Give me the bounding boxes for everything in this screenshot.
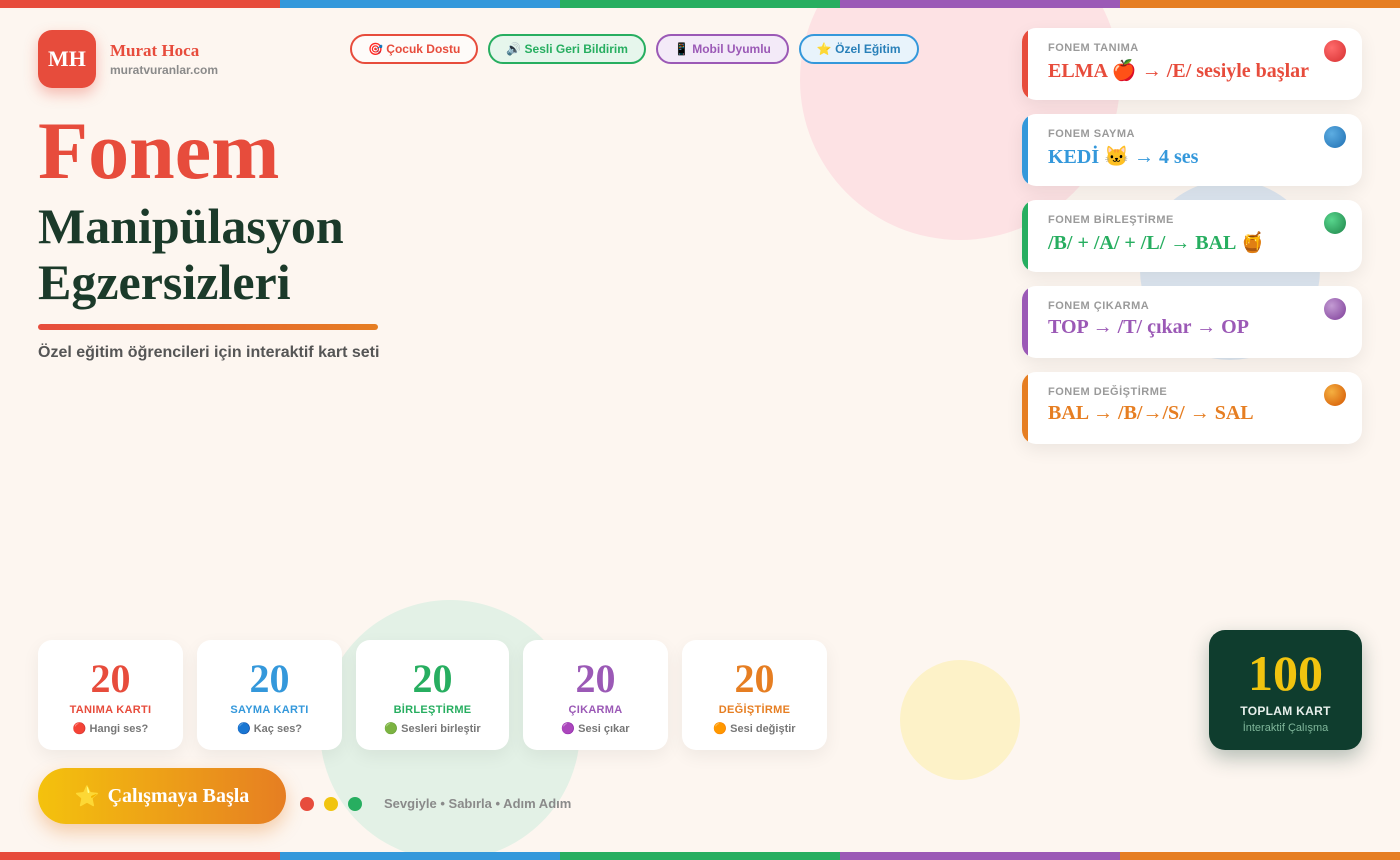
feature-card-blending[interactable]: FONEM BİRLEŞTİRME /B/ + /A/ + /L/ → BAL … [1022, 200, 1362, 272]
stat-hint: 🟠 Sesi değiştir [713, 723, 796, 735]
feature-card-label: FONEM TANIMA [1048, 42, 1139, 54]
stat-hint: 🟣 Sesi çıkar [561, 723, 630, 735]
page-subtitle-line1: Manipülasyon [38, 198, 344, 254]
brand-logo: MH [38, 30, 96, 88]
feature-card-list: FONEM TANIMA ELMA 🍎 → /E/ sesiyle başlar… [1022, 28, 1362, 458]
stat-card-deletion[interactable]: 20 ÇIKARMA 🟣 Sesi çıkar [523, 640, 668, 750]
stat-card-counting[interactable]: 20 SAYMA KARTI 🔵 Kaç ses? [197, 640, 342, 750]
stat-label: ÇIKARMA [568, 704, 623, 716]
green-circle-icon [1324, 212, 1346, 234]
pill-mobile-compatible: 📱 Mobil Uyumlu [655, 34, 789, 64]
star-icon: ⭐ [74, 785, 100, 808]
top-color-stripe [0, 0, 1400, 8]
feature-card-label: FONEM BİRLEŞTİRME [1048, 214, 1174, 226]
orange-circle-icon [1324, 384, 1346, 406]
stat-card-blending[interactable]: 20 BİRLEŞTİRME 🟢 Sesleri birleştir [356, 640, 509, 750]
stat-hint: 🟢 Sesleri birleştir [384, 723, 481, 735]
feature-pills: 🎯 Çocuk Dostu 🔊 Sesli Geri Bildirim 📱 Mo… [350, 34, 919, 64]
pill-audio-feedback: 🔊 Sesli Geri Bildirim [488, 34, 646, 64]
feature-card-substitution[interactable]: FONEM DEĞİŞTİRME BAL → /B/→/S/ → SAL [1022, 372, 1362, 444]
page-subtitle-line2: Egzersizleri [38, 254, 291, 310]
red-dot-icon [300, 796, 314, 811]
stat-hint: 🔴 Hangi ses? [72, 723, 149, 735]
stat-label: SAYMA KARTI [230, 704, 309, 716]
stat-label: DEĞİŞTİRME [718, 704, 791, 716]
yellow-dot-icon [324, 796, 338, 811]
total-sublabel: İnteraktif Çalışma [1242, 722, 1329, 734]
feature-card-example: TOP → /T/ çıkar → OP [1048, 316, 1249, 338]
feature-card-label: FONEM ÇIKARMA [1048, 300, 1150, 312]
total-value: 100 [1248, 645, 1323, 701]
total-label: TOPLAM KART [1240, 704, 1331, 718]
feature-card-counting[interactable]: FONEM SAYMA KEDİ 🐱 → 4 ses [1022, 114, 1362, 186]
footer-text: Sevgiyle • Sabırla • Adım Adım [384, 796, 572, 811]
stat-label: BİRLEŞTİRME [393, 704, 472, 716]
stat-card-substitution[interactable]: 20 DEĞİŞTİRME 🟠 Sesi değiştir [682, 640, 827, 750]
decorative-circle-yellow [900, 660, 1020, 780]
purple-circle-icon [1324, 298, 1346, 320]
stat-cards: 20 TANIMA KARTI 🔴 Hangi ses? 20 SAYMA KA… [38, 640, 827, 750]
pill-special-education: ⭐ Özel Eğitim [798, 34, 919, 64]
feature-card-label: FONEM DEĞİŞTİRME [1048, 386, 1168, 398]
stat-value: 20 [249, 656, 290, 701]
total-card-badge: 100 TOPLAM KART İnteraktif Çalışma [1209, 630, 1362, 750]
bottom-color-stripe [0, 852, 1400, 860]
feature-card-example: BAL → /B/→/S/ → SAL [1048, 402, 1254, 424]
stat-value: 20 [412, 656, 453, 701]
stat-value: 20 [90, 656, 131, 701]
stat-label: TANIMA KARTI [69, 704, 152, 716]
stat-hint: 🔵 Kaç ses? [236, 723, 303, 735]
brand-site-link[interactable]: muratvuranlar.com [110, 63, 218, 77]
footer-tagline: Sevgiyle • Sabırla • Adım Adım [300, 796, 571, 811]
green-dot-icon [348, 796, 362, 811]
feature-card-recognition[interactable]: FONEM TANIMA ELMA 🍎 → /E/ sesiyle başlar [1022, 28, 1362, 100]
stat-value: 20 [734, 656, 775, 701]
stat-value: 20 [575, 656, 616, 701]
hero: Fonem Manipülasyon Egzersizleri Özel eği… [38, 108, 379, 362]
feature-card-deletion[interactable]: FONEM ÇIKARMA TOP → /T/ çıkar → OP [1022, 286, 1362, 358]
feature-card-example: KEDİ 🐱 → 4 ses [1048, 146, 1199, 168]
start-practice-button[interactable]: ⭐ Çalışmaya Başla [38, 768, 286, 824]
brand-name: Murat Hoca [110, 41, 200, 60]
page-description: Özel eğitim öğrencileri için interaktif … [38, 344, 380, 361]
title-underline [38, 324, 378, 330]
blue-circle-icon [1324, 126, 1346, 148]
pill-child-friendly: 🎯 Çocuk Dostu [350, 34, 479, 64]
stat-card-recognition[interactable]: 20 TANIMA KARTI 🔴 Hangi ses? [38, 640, 183, 750]
feature-card-label: FONEM SAYMA [1048, 128, 1135, 140]
feature-card-example: ELMA 🍎 → /E/ sesiyle başlar [1048, 60, 1310, 82]
start-practice-label: Çalışmaya Başla [107, 784, 250, 807]
page-title: Fonem [38, 105, 280, 196]
feature-card-example: /B/ + /A/ + /L/ → BAL 🍯 [1048, 232, 1266, 254]
brand[interactable]: MH Murat Hoca muratvuranlar.com [38, 30, 218, 88]
red-circle-icon [1324, 40, 1346, 62]
